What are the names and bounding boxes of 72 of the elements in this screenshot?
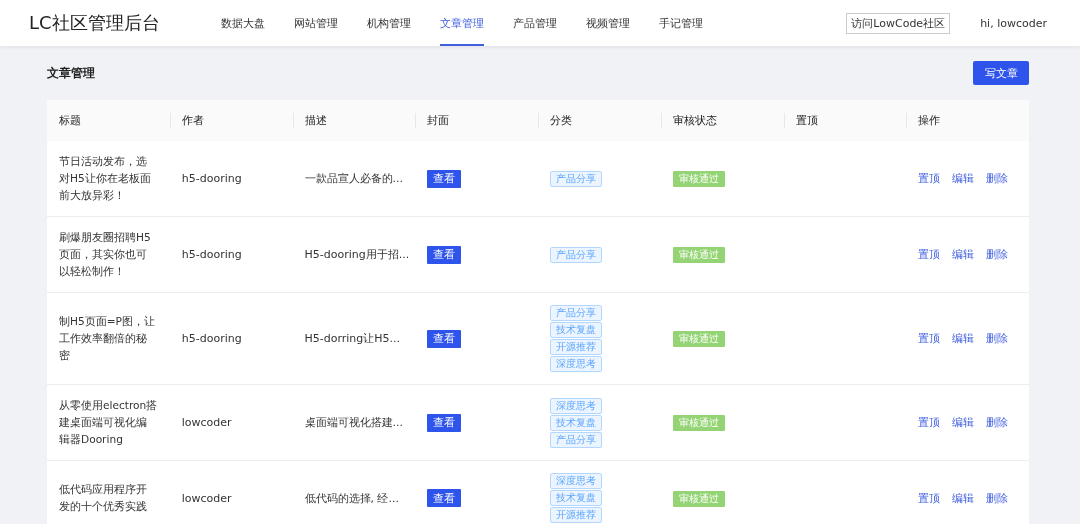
action-link[interactable]: 置顶 bbox=[918, 246, 941, 263]
action-link[interactable]: 置顶 bbox=[918, 414, 941, 431]
category-tag: 产品分享 bbox=[550, 170, 602, 187]
action-link[interactable]: 置顶 bbox=[918, 170, 941, 187]
author-name: h5-dooring bbox=[181, 248, 242, 261]
action-link[interactable]: 删除 bbox=[986, 170, 1009, 187]
view-cover-button[interactable]: 查看 bbox=[427, 329, 462, 348]
app-logo: LC社区管理后台 bbox=[29, 11, 161, 35]
article-title: 低代码应用程序开发的十个优秀实践 bbox=[59, 482, 148, 514]
user-greeting: hi, lowcoder bbox=[980, 16, 1047, 30]
column-header: 操作 bbox=[918, 114, 941, 127]
status-tag: 审核通过 bbox=[672, 415, 725, 431]
action-link[interactable]: 编辑 bbox=[952, 414, 975, 431]
visit-community-button[interactable]: 访问LowCode社区 bbox=[846, 12, 951, 34]
action-link[interactable]: 编辑 bbox=[952, 246, 975, 263]
nav-tab[interactable]: 机构管理 bbox=[367, 0, 411, 46]
page-title: 文章管理 bbox=[47, 64, 95, 82]
article-description: 低代码的选择, 经... bbox=[304, 491, 399, 505]
category-tag: 产品分享 bbox=[550, 246, 602, 263]
action-link[interactable]: 删除 bbox=[986, 414, 1009, 431]
nav-tab[interactable]: 视频管理 bbox=[586, 0, 630, 46]
column-header: 审核状态 bbox=[672, 114, 717, 127]
nav-tab[interactable]: 数据大盘 bbox=[221, 0, 265, 46]
author-name: lowcoder bbox=[181, 491, 232, 505]
category-tag: 产品分享 bbox=[550, 305, 602, 321]
action-link[interactable]: 删除 bbox=[986, 330, 1009, 347]
category-tag: 开源推荐 bbox=[550, 339, 602, 355]
article-description: 一款品宣人必备的... bbox=[304, 172, 403, 185]
nav-tab[interactable]: 手记管理 bbox=[659, 0, 703, 46]
view-cover-button[interactable]: 查看 bbox=[427, 245, 462, 264]
article-description: H5-dooring用于招... bbox=[304, 248, 410, 261]
article-title: 从零使用electron搭建桌面端可视化编辑器Dooring bbox=[59, 398, 158, 447]
action-link[interactable]: 置顶 bbox=[918, 330, 941, 347]
action-link[interactable]: 编辑 bbox=[952, 330, 975, 347]
column-header: 标题 bbox=[59, 114, 81, 127]
column-header: 描述 bbox=[304, 114, 327, 127]
category-tag: 技术复盘 bbox=[550, 322, 602, 338]
category-tag: 深度思考 bbox=[550, 356, 602, 372]
column-header: 作者 bbox=[181, 114, 204, 127]
category-tag: 技术复盘 bbox=[550, 414, 602, 431]
view-cover-button[interactable]: 查看 bbox=[427, 169, 462, 188]
write-article-button[interactable]: 写文章 bbox=[973, 61, 1029, 85]
article-description: 桌面端可视化搭建... bbox=[304, 416, 403, 429]
author-name: h5-dooring bbox=[181, 172, 242, 185]
status-tag: 审核通过 bbox=[672, 331, 725, 347]
nav-tab[interactable]: 文章管理 bbox=[440, 0, 484, 46]
category-tag: 技术复盘 bbox=[550, 490, 602, 506]
status-tag: 审核通过 bbox=[672, 171, 725, 187]
category-tag: 深度思考 bbox=[550, 473, 602, 489]
category-tag: 开源推荐 bbox=[550, 507, 602, 523]
action-link[interactable]: 编辑 bbox=[952, 489, 975, 507]
nav-tab[interactable]: 网站管理 bbox=[294, 0, 338, 46]
action-link[interactable]: 删除 bbox=[986, 246, 1009, 263]
nav-tab[interactable]: 产品管理 bbox=[513, 0, 557, 46]
article-title: 刷爆朋友圈招聘H5页面，其实你也可以轻松制作！ bbox=[59, 230, 152, 279]
action-link[interactable]: 置顶 bbox=[918, 489, 941, 507]
category-tag: 产品分享 bbox=[550, 431, 602, 448]
column-header: 封面 bbox=[427, 114, 450, 127]
article-title: 制H5页面=P图，让工作效率翻倍的秘密 bbox=[59, 314, 156, 363]
article-title: 节日活动发布，选对H5让你在老板面前大放异彩！ bbox=[59, 154, 152, 203]
view-cover-button[interactable]: 查看 bbox=[427, 489, 462, 507]
action-link[interactable]: 删除 bbox=[986, 489, 1009, 507]
category-tag: 深度思考 bbox=[550, 397, 602, 414]
view-cover-button[interactable]: 查看 bbox=[427, 413, 462, 432]
column-header: 置顶 bbox=[795, 114, 818, 127]
article-description: H5-dorring让H5... bbox=[304, 332, 401, 345]
column-header: 分类 bbox=[550, 114, 572, 127]
status-tag: 审核通过 bbox=[672, 490, 725, 507]
status-tag: 审核通过 bbox=[672, 247, 725, 263]
author-name: h5-dooring bbox=[181, 332, 242, 345]
author-name: lowcoder bbox=[181, 416, 232, 429]
action-link[interactable]: 编辑 bbox=[952, 170, 975, 187]
